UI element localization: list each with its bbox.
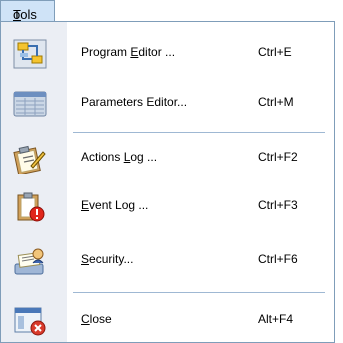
tools-menu-tab[interactable]: Tools <box>0 0 55 22</box>
menu-item-actions-log[interactable]: Actions Log ... Ctrl+F2 <box>1 138 334 178</box>
menu-item-close[interactable]: Close Alt+F4 <box>1 300 334 340</box>
menu-separator <box>73 292 325 293</box>
event-log-icon <box>17 192 45 222</box>
parameters-editor-label: Parameters Editor... <box>81 95 188 109</box>
menu-item-program-editor[interactable]: Program Editor ... Ctrl+E <box>1 33 334 73</box>
program-editor-label: Program Editor ... <box>81 45 176 59</box>
security-shortcut: Ctrl+F6 <box>258 252 298 266</box>
actions-log-icon <box>13 145 46 174</box>
menu-item-security[interactable]: Security... Ctrl+F6 <box>1 240 334 280</box>
parameters-editor-icon <box>13 91 47 117</box>
parameters-editor-shortcut: Ctrl+M <box>258 95 294 109</box>
event-log-shortcut: Ctrl+F3 <box>258 198 298 212</box>
menu-item-event-log[interactable]: Event Log ... Ctrl+F3 <box>1 186 334 226</box>
menu-item-parameters-editor[interactable]: Parameters Editor... Ctrl+M <box>1 83 334 123</box>
security-label: Security... <box>81 252 134 266</box>
actions-log-label: Actions Log ... <box>81 150 158 164</box>
security-icon <box>14 248 44 275</box>
actions-log-shortcut: Ctrl+F2 <box>258 150 298 164</box>
close-label: Close <box>81 312 112 326</box>
menu-separator <box>73 132 325 133</box>
tools-dropdown-menu: Program Editor ... Ctrl+E Parameters Edi… <box>0 21 335 343</box>
close-shortcut: Alt+F4 <box>258 312 294 326</box>
close-icon <box>14 307 46 336</box>
program-editor-shortcut: Ctrl+E <box>258 45 292 59</box>
event-log-label: Event Log ... <box>81 198 149 212</box>
program-editor-icon <box>13 39 47 69</box>
